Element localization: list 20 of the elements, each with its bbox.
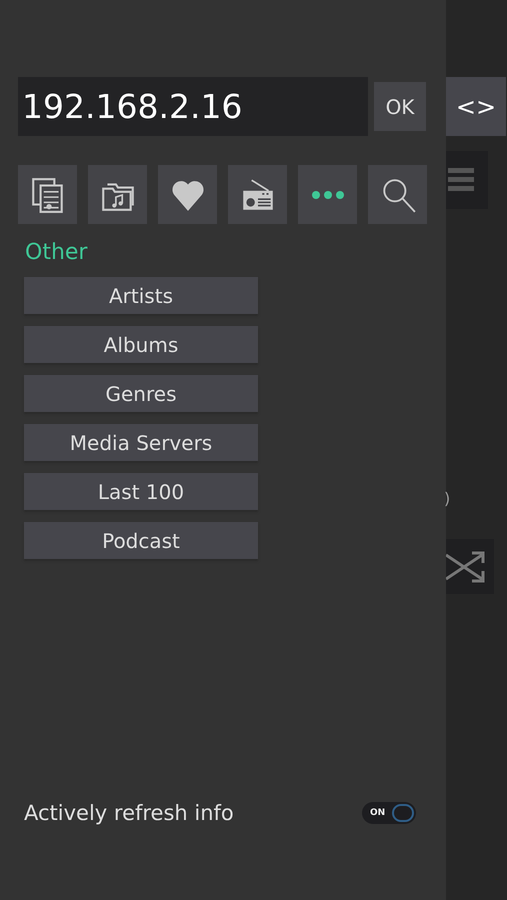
source-tab[interactable] [158,165,217,224]
source-tab[interactable] [298,165,357,224]
text-fragment: ) [444,488,452,510]
source-tab[interactable] [88,165,147,224]
address-field[interactable]: 192.168.2.16 [18,77,368,136]
setting-label: Actively refresh info [24,800,234,826]
toggle-button[interactable]: <> [446,77,506,136]
source-tab[interactable] [228,165,287,224]
menu-item[interactable]: Artists [24,277,258,314]
source-tab[interactable] [368,165,427,224]
menu-item[interactable]: Media Servers [24,424,258,461]
menu-item[interactable]: Podcast [24,522,258,559]
source-tab[interactable] [18,165,77,224]
menu-item[interactable]: Genres [24,375,258,412]
menu-item[interactable]: Albums [24,326,258,363]
menu-item[interactable]: Last 100 [24,473,258,510]
refresh-toggle[interactable]: ON [362,802,416,824]
shuffle-icon [446,548,486,584]
section-title: Other [25,239,88,267]
ok-button[interactable]: OK [374,82,426,131]
